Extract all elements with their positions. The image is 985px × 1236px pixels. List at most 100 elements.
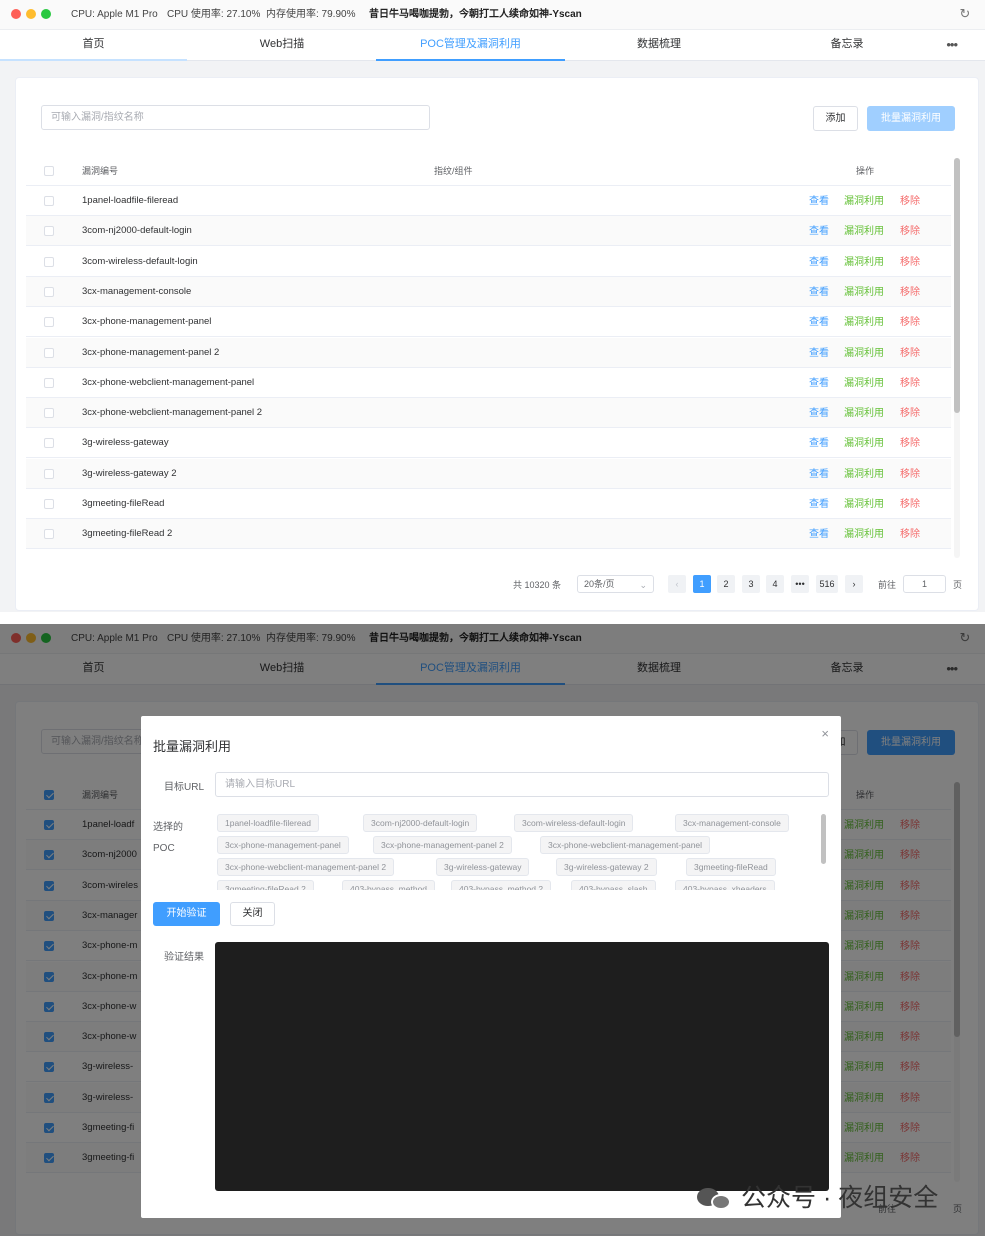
watermark-text: 公众号 · 夜组安全 [741, 1184, 939, 1212]
poc-name: 3cx-management-console [82, 285, 192, 297]
remove-button[interactable]: 移除 [900, 489, 920, 521]
view-button[interactable]: 查看 [809, 307, 829, 339]
remove-button[interactable]: 移除 [900, 186, 920, 218]
poc-scrollbar[interactable] [819, 810, 829, 890]
exploit-button[interactable]: 漏洞利用 [844, 277, 884, 309]
target-url-label: 目标URL [164, 782, 205, 793]
total-count: 共 10320 条 [513, 580, 562, 590]
view-button[interactable]: 查看 [809, 247, 829, 279]
row-checkbox[interactable] [44, 438, 54, 449]
exploit-button[interactable]: 漏洞利用 [844, 489, 884, 521]
tab-web-scan[interactable]: Web扫描 [188, 30, 376, 61]
remove-button[interactable]: 移除 [900, 428, 920, 460]
row-checkbox[interactable] [44, 226, 54, 237]
close-icon[interactable]: × [821, 726, 829, 741]
wechat-icon [697, 1186, 735, 1212]
batch-exploit-button[interactable]: 批量漏洞利用 [867, 106, 955, 131]
result-label: 验证结果 [164, 952, 204, 963]
title-bar: CPU: Apple M1 Pro CPU 使用率: 27.10% 内存使用率:… [0, 0, 985, 30]
row-checkbox[interactable] [44, 286, 54, 297]
view-button[interactable]: 查看 [809, 459, 829, 491]
remove-button[interactable]: 移除 [900, 459, 920, 491]
remove-button[interactable]: 移除 [900, 247, 920, 279]
exploit-button[interactable]: 漏洞利用 [844, 338, 884, 370]
row-checkbox[interactable] [44, 347, 54, 358]
view-button[interactable]: 查看 [809, 428, 829, 460]
goto-label: 前往 [878, 580, 897, 590]
page-3[interactable]: 3 [742, 575, 760, 593]
poc-name: 3cx-phone-management-panel [82, 316, 212, 328]
view-button[interactable]: 查看 [809, 277, 829, 309]
row-checkbox[interactable] [44, 256, 54, 267]
exploit-button[interactable]: 漏洞利用 [844, 216, 884, 248]
view-button[interactable]: 查看 [809, 519, 829, 551]
remove-button[interactable]: 移除 [900, 398, 920, 430]
view-button[interactable]: 查看 [809, 489, 829, 521]
page-1[interactable]: 1 [693, 575, 711, 593]
view-button[interactable]: 查看 [809, 368, 829, 400]
selected-poc-list[interactable]: 1panel-loadfile-fileread 3com-nj2000-defa… [215, 810, 829, 890]
row-checkbox[interactable] [44, 317, 54, 328]
remove-button[interactable]: 移除 [900, 368, 920, 400]
dialog-title: 批量漏洞利用 [153, 739, 232, 754]
select-all-checkbox[interactable] [44, 166, 54, 176]
exploit-button[interactable]: 漏洞利用 [844, 247, 884, 279]
poc-tag: 403-bypass_method 2 [451, 880, 552, 890]
table-row: 3com-nj2000-default-login 查看 漏洞利用 移除 [26, 216, 951, 248]
row-checkbox[interactable] [44, 196, 54, 206]
page-last[interactable]: 516 [816, 575, 838, 593]
remove-button[interactable]: 移除 [900, 307, 920, 339]
add-button[interactable]: 添加 [813, 106, 858, 131]
exploit-button[interactable]: 漏洞利用 [844, 398, 884, 430]
row-checkbox[interactable] [44, 408, 54, 419]
remove-button[interactable]: 移除 [900, 277, 920, 309]
row-checkbox[interactable] [44, 529, 54, 540]
tab-data-sorting[interactable]: 数据梳理 [565, 30, 753, 61]
table-row: 3cx-phone-webclient-management-panel 2 查看… [26, 398, 951, 430]
target-url-input[interactable]: 请输入目标URL [215, 772, 829, 797]
more-icon[interactable]: ••• [946, 30, 958, 59]
page-ellipsis[interactable]: ••• [791, 575, 809, 593]
table-scrollbar[interactable] [954, 158, 960, 558]
exploit-button[interactable]: 漏洞利用 [844, 368, 884, 400]
next-page-button[interactable]: › [845, 575, 863, 593]
view-button[interactable]: 查看 [809, 186, 829, 218]
remove-button[interactable]: 移除 [900, 338, 920, 370]
page-size-select[interactable]: 20条/页 ⌄ [577, 575, 654, 593]
view-button[interactable]: 查看 [809, 216, 829, 248]
poc-tag: 403-bypass_method [342, 880, 436, 890]
poc-name: 3com-nj2000-default-login [82, 225, 192, 237]
poc-scroll-thumb[interactable] [821, 814, 826, 864]
close-dialog-button[interactable]: 关闭 [230, 902, 275, 926]
exploit-button[interactable]: 漏洞利用 [844, 459, 884, 491]
search-input[interactable]: 可输入漏洞/指纹名称 [41, 105, 430, 130]
goto-input[interactable]: 1 [903, 575, 946, 593]
table-row: 3g-wireless-gateway 查看 漏洞利用 移除 [26, 428, 951, 460]
refresh-icon[interactable]: ↻ [957, 6, 973, 22]
exploit-button[interactable]: 漏洞利用 [844, 428, 884, 460]
exploit-button[interactable]: 漏洞利用 [844, 519, 884, 551]
main-tabs: 首页 Web扫描 POC管理及漏洞利用 数据梳理 备忘录 ••• [0, 30, 985, 61]
row-checkbox[interactable] [44, 499, 54, 509]
page-2[interactable]: 2 [717, 575, 735, 593]
prev-page-button[interactable]: ‹ [668, 575, 686, 593]
tab-memo[interactable]: 备忘录 [753, 30, 941, 61]
tab-poc-management[interactable]: POC管理及漏洞利用 [376, 30, 565, 61]
row-checkbox[interactable] [44, 377, 54, 388]
start-verify-button[interactable]: 开始验证 [153, 902, 220, 926]
tab-home[interactable]: 首页 [0, 30, 187, 61]
scroll-thumb[interactable] [954, 158, 960, 413]
remove-button[interactable]: 移除 [900, 216, 920, 248]
page-4[interactable]: 4 [766, 575, 784, 593]
row-checkbox[interactable] [44, 468, 54, 479]
maximize-window-icon[interactable] [41, 9, 51, 19]
minimize-window-icon[interactable] [26, 9, 36, 19]
verify-result-console[interactable] [215, 942, 829, 1191]
remove-button[interactable]: 移除 [900, 519, 920, 551]
close-window-icon[interactable] [11, 9, 21, 19]
exploit-button[interactable]: 漏洞利用 [844, 307, 884, 339]
view-button[interactable]: 查看 [809, 338, 829, 370]
poc-name: 3gmeeting-fileRead 2 [82, 528, 173, 540]
exploit-button[interactable]: 漏洞利用 [844, 186, 884, 218]
view-button[interactable]: 查看 [809, 398, 829, 430]
